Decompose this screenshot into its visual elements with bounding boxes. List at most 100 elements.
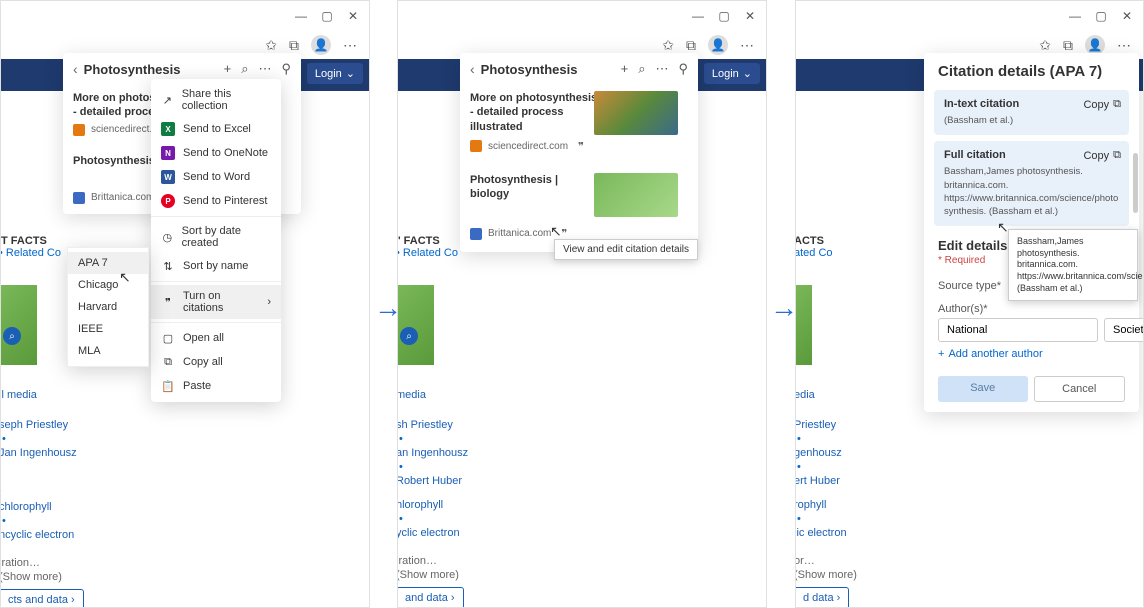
more-icon[interactable]: ⋯ (343, 37, 357, 54)
maximize-button[interactable]: ▢ (321, 9, 333, 23)
chevron-right-icon: › (267, 296, 271, 308)
link-chlorophyll[interactable]: rophyll (795, 499, 857, 511)
author-first-input[interactable] (938, 318, 1098, 342)
link-huber[interactable]: Robert Huber (397, 475, 482, 487)
search-icon[interactable]: ⌕ (638, 61, 645, 77)
arrow-icon: → (770, 292, 798, 324)
facts-header: ' FACTS (398, 235, 440, 247)
link-priestley[interactable]: sh Priestley (397, 419, 482, 431)
login-button[interactable]: Login ⌄ (307, 63, 363, 84)
author-last-input[interactable] (1104, 318, 1144, 342)
more-options-icon[interactable]: ⋯ (655, 61, 668, 77)
link-priestley[interactable]: seph Priestley (0, 419, 84, 431)
menu-copy-all[interactable]: ⧉Copy all (151, 350, 281, 374)
collections-icon[interactable]: ⧉ (289, 37, 299, 54)
link-huber[interactable]: ert Huber (795, 475, 857, 487)
card-title[interactable]: More on photosynthesis - detailed proces… (470, 91, 600, 134)
tooltip-citation: Bassham,James photosynthesis. britannica… (1008, 229, 1138, 301)
card-source: Brittanica.com (488, 228, 551, 239)
cancel-button[interactable]: Cancel (1034, 376, 1126, 402)
window-controls: — ▢ ✕ (398, 1, 766, 31)
copy-full-button[interactable]: Copy⧉ (1083, 149, 1121, 162)
citation-icon[interactable]: ❞ (574, 138, 588, 155)
related-link[interactable]: ated Co (795, 247, 833, 259)
facts-data-button[interactable]: and data › (397, 587, 464, 608)
favorites-icon[interactable]: ✩ (1039, 37, 1051, 54)
profile-avatar[interactable]: 👤 (1085, 35, 1105, 55)
card-title[interactable]: Photosynthesis | biology (470, 173, 600, 202)
show-more[interactable]: (Show more) (0, 571, 62, 583)
profile-avatar[interactable]: 👤 (708, 35, 728, 55)
more-options-icon[interactable]: ⋯ (258, 61, 271, 77)
chevron-down-icon: ⌄ (743, 67, 752, 80)
more-icon[interactable]: ⋯ (740, 37, 754, 54)
separator (151, 216, 281, 217)
media-link[interactable]: edia (795, 389, 857, 401)
favicon-icon (470, 140, 482, 152)
onenote-icon: N (161, 146, 175, 160)
link-electron[interactable]: lic electron (795, 527, 857, 539)
button-row: Save Cancel (924, 372, 1139, 412)
media-link[interactable]: media (397, 389, 482, 401)
minimize-button[interactable]: — (295, 9, 307, 23)
show-more[interactable]: (Show more) (795, 569, 857, 581)
citation-panel-title: Citation details (APA 7) (924, 63, 1139, 90)
menu-turn-on-citations[interactable]: ❞Turn on citations› (151, 285, 281, 319)
cursor-icon: ↖ (550, 223, 562, 240)
facts-header: T FACTS (1, 235, 47, 247)
zoom-icon[interactable]: ⌕ (3, 327, 21, 345)
zoom-icon[interactable]: ⌕ (400, 327, 418, 345)
menu-sort-date[interactable]: ◷Sort by date created (151, 220, 281, 254)
maximize-button[interactable]: ▢ (1095, 9, 1107, 23)
save-button[interactable]: Save (938, 376, 1028, 402)
link-ingenhousz[interactable]: genhousz (795, 447, 857, 459)
back-icon[interactable]: ‹ (73, 61, 78, 77)
profile-avatar[interactable]: 👤 (311, 35, 331, 55)
menu-send-pinterest[interactable]: PSend to Pinterest (151, 189, 281, 213)
add-author-button[interactable]: + Add another author (938, 348, 1125, 360)
facts-header: ACTS (795, 235, 824, 247)
menu-share[interactable]: ↗Share this collection (151, 83, 281, 117)
related-link[interactable]: Related Co (403, 247, 458, 259)
link-chlorophyll[interactable]: hlorophyll (397, 499, 482, 511)
menu-open-all[interactable]: ▢Open all (151, 326, 281, 350)
pin-icon[interactable]: ⚲ (281, 61, 291, 77)
link-ingenhousz[interactable]: Jan Ingenhousz (0, 447, 84, 459)
more-icon[interactable]: ⋯ (1117, 37, 1131, 54)
add-icon[interactable]: + (621, 61, 629, 77)
close-button[interactable]: ✕ (744, 9, 756, 23)
link-priestley[interactable]: Priestley (795, 419, 857, 431)
back-icon[interactable]: ‹ (470, 61, 475, 77)
copy-intext-button[interactable]: Copy⧉ (1083, 98, 1121, 111)
minimize-button[interactable]: — (1069, 9, 1081, 23)
facts-data-button[interactable]: d data › (795, 587, 849, 608)
media-link[interactable]: ll media (0, 389, 84, 401)
collections-icon[interactable]: ⧉ (1063, 37, 1073, 54)
close-button[interactable]: ✕ (1121, 9, 1133, 23)
link-chlorophyll[interactable]: chlorophyll (0, 501, 84, 513)
quote-icon: ❞ (161, 295, 175, 309)
minimize-button[interactable]: — (692, 9, 704, 23)
favorites-icon[interactable]: ✩ (662, 37, 674, 54)
add-icon[interactable]: + (224, 61, 232, 77)
menu-send-word[interactable]: WSend to Word (151, 165, 281, 189)
collections-icon[interactable]: ⧉ (686, 37, 696, 54)
link-electron[interactable]: yclic electron (397, 527, 482, 539)
login-button[interactable]: Login ⌄ (704, 63, 760, 84)
maximize-button[interactable]: ▢ (718, 9, 730, 23)
link-ingenhousz[interactable]: an Ingenhousz (397, 447, 482, 459)
show-more[interactable]: (Show more) (397, 569, 459, 581)
pin-icon[interactable]: ⚲ (678, 61, 688, 77)
search-icon[interactable]: ⌕ (241, 61, 248, 77)
menu-send-excel[interactable]: XSend to Excel (151, 117, 281, 141)
favorites-icon[interactable]: ✩ (265, 37, 277, 54)
menu-paste[interactable]: 📋Paste (151, 374, 281, 398)
article-image (0, 285, 37, 365)
facts-data-button[interactable]: cts and data › (0, 589, 84, 608)
link-electron[interactable]: ncyclic electron (0, 529, 84, 541)
related-link[interactable]: Related Co (6, 247, 61, 259)
scrollbar[interactable] (1133, 153, 1138, 213)
close-button[interactable]: ✕ (347, 9, 359, 23)
menu-send-onenote[interactable]: NSend to OneNote (151, 141, 281, 165)
menu-sort-name[interactable]: ⇅Sort by name (151, 254, 281, 278)
